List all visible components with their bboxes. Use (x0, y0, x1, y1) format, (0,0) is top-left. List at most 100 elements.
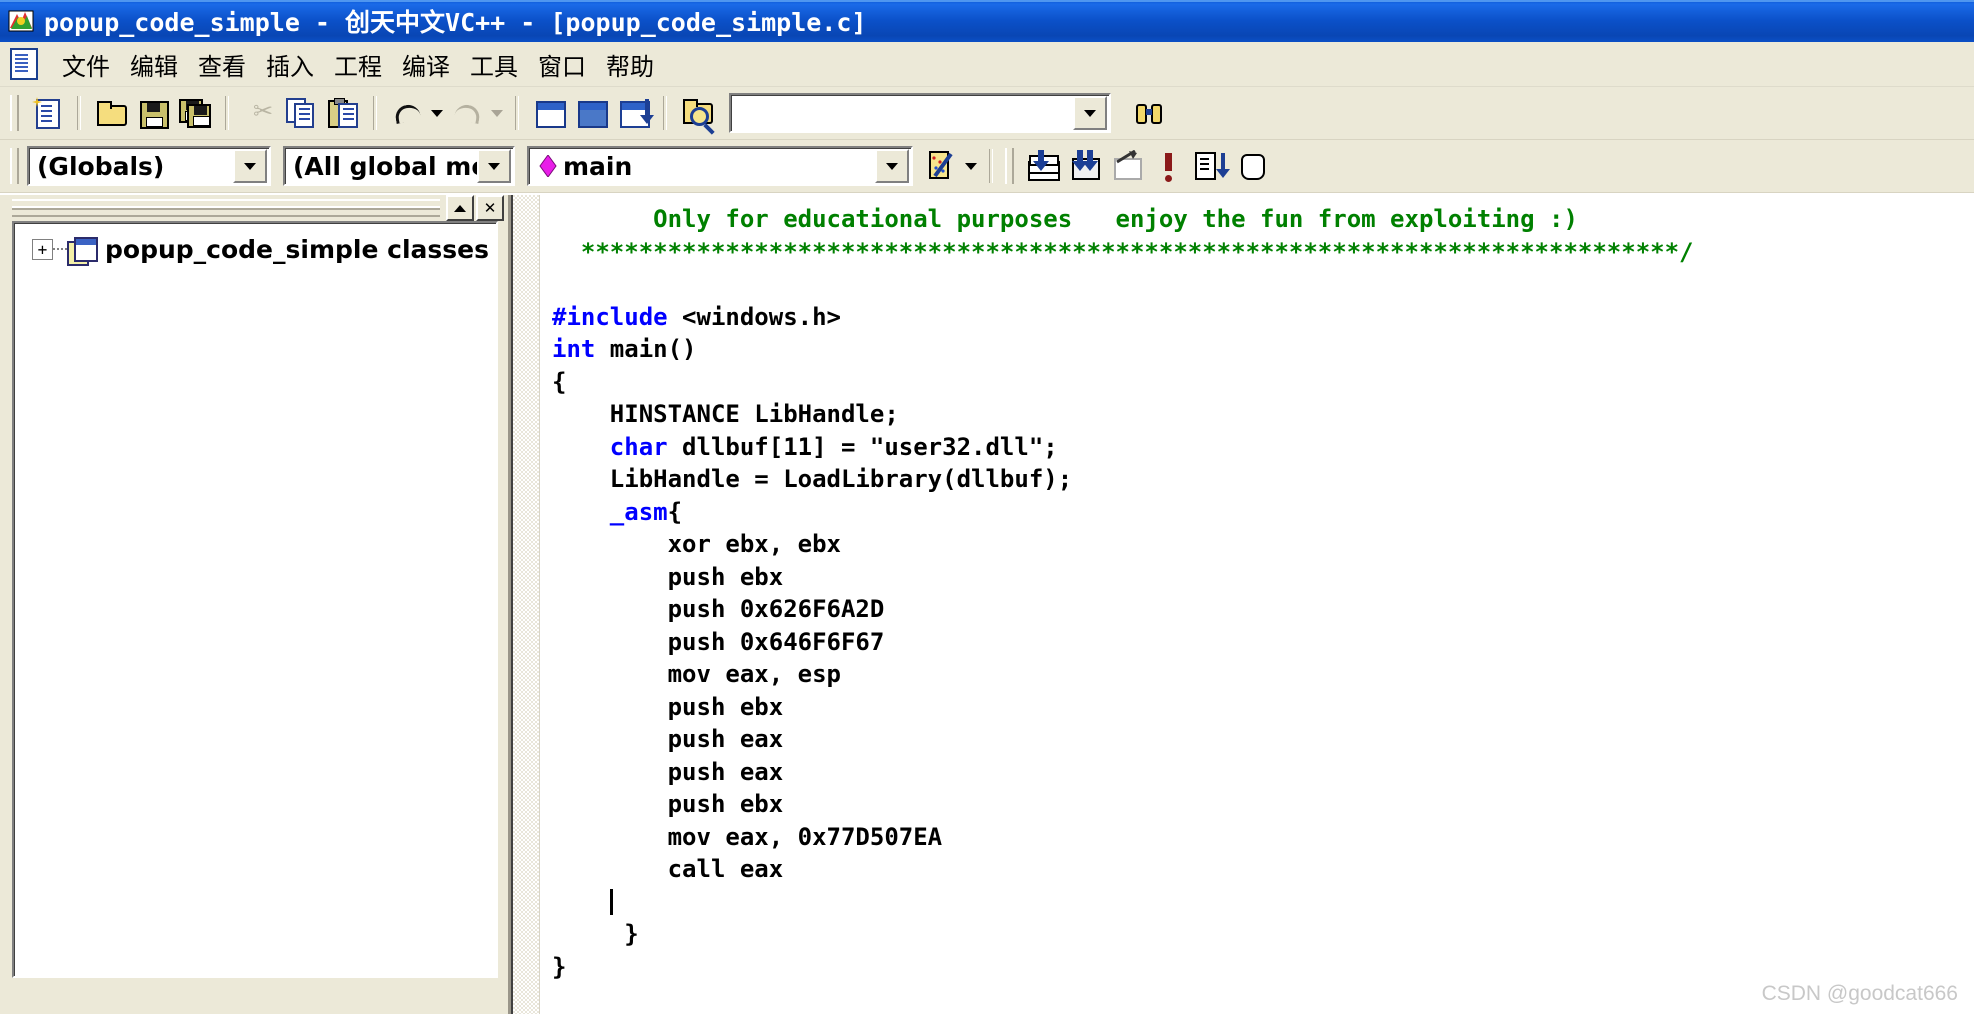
new-file-button[interactable] (27, 93, 67, 133)
editor-selection-margin[interactable] (513, 195, 540, 1014)
find-combo-dropdown-button[interactable] (1073, 96, 1107, 130)
save-button[interactable] (133, 93, 173, 133)
code-line: } (552, 918, 1974, 951)
menu-edit[interactable]: 编辑 (120, 45, 188, 84)
class-combo-value[interactable]: (Globals) (29, 152, 233, 181)
build-grid-icon (1068, 150, 1100, 182)
code-line: char dllbuf[11] = "user32.dll"; (552, 431, 1974, 464)
chevron-down-icon (431, 109, 443, 117)
tree-item-classes[interactable]: + popup_code_simple classes (14, 233, 496, 266)
code-line: mov eax, esp (552, 658, 1974, 691)
save-all-icon (179, 97, 211, 129)
wizardbar-action-button[interactable] (921, 146, 961, 186)
code-line: push eax (552, 723, 1974, 756)
build-toolbar-grip[interactable] (1005, 148, 1014, 184)
redo-dropdown-button[interactable] (489, 93, 505, 133)
workspace-toggle-button[interactable] (529, 93, 569, 133)
workspace-minimize-button[interactable] (446, 195, 474, 221)
toolbar-separator (77, 96, 81, 130)
code-editor[interactable]: Only for educational purposes enjoy the … (511, 195, 1974, 1014)
open-file-button[interactable] (91, 93, 131, 133)
workspace-tab-strip[interactable] (0, 984, 508, 1014)
member-combo-value[interactable]: main (561, 152, 875, 181)
paste-button[interactable] (323, 93, 363, 133)
code-keyword: int (552, 335, 596, 363)
workspace-close-button[interactable]: ✕ (476, 195, 504, 221)
menu-build[interactable]: 编译 (392, 45, 460, 84)
compile-button[interactable] (1022, 146, 1062, 186)
member-combo[interactable]: main (527, 146, 913, 186)
stop-build-button[interactable] (1106, 146, 1146, 186)
chevron-down-icon (244, 162, 256, 170)
toolbar-separator (225, 96, 229, 130)
menu-view[interactable]: 查看 (188, 45, 256, 84)
workspace-class-tree[interactable]: + popup_code_simple classes (12, 221, 498, 978)
standard-toolbar: ✂ (0, 87, 1974, 140)
vc-app-icon[interactable] (8, 8, 34, 34)
menu-insert[interactable]: 插入 (256, 45, 324, 84)
toolbar-grip[interactable] (10, 148, 19, 184)
code-text: dllbuf[11] = "user32.dll"; (667, 432, 1058, 461)
class-combo-dropdown-button[interactable] (233, 149, 267, 183)
toolbar-grip[interactable] (10, 95, 19, 131)
main-area: ✕ + popup_code_simple classes Only for e… (0, 193, 1974, 1014)
code-text: push 0x626F6A2D (552, 595, 885, 623)
compile-stack-icon (1026, 150, 1059, 182)
redo-button[interactable] (447, 93, 487, 133)
insert-breakpoint-button[interactable] (1232, 146, 1272, 186)
code-text: push ebx (552, 790, 784, 818)
toolbar-separator (663, 96, 667, 130)
execute-button[interactable] (1148, 146, 1188, 186)
find-in-files-icon (681, 97, 713, 129)
window-list-button[interactable] (613, 93, 654, 133)
find-in-files-button[interactable] (677, 93, 717, 133)
code-text: push ebx (552, 562, 784, 591)
wizard-wand-icon (925, 150, 957, 182)
copy-button[interactable] (281, 93, 321, 133)
code-line: HINSTANCE LibHandle; (552, 398, 1974, 431)
classes-folder-icon (67, 236, 98, 266)
code-text: } (552, 920, 639, 948)
menu-window[interactable]: 窗口 (528, 45, 596, 84)
output-toggle-button[interactable] (571, 93, 611, 133)
text-caret (609, 888, 613, 915)
code-line: mov eax, 0x77D507EA (552, 821, 1974, 854)
go-button[interactable] (1190, 146, 1230, 186)
code-text: mov eax, 0x77D507EA (552, 822, 943, 851)
find-next-button[interactable] (1129, 93, 1169, 133)
undo-dropdown-button[interactable] (429, 93, 445, 133)
copy-icon (285, 97, 317, 129)
chevron-down-icon (1084, 109, 1096, 117)
members-filter-combo-value[interactable]: (All global members (285, 152, 477, 181)
workspace-drag-grip[interactable] (12, 199, 440, 217)
undo-arrow-icon (391, 97, 423, 129)
tree-expander-icon[interactable]: + (32, 239, 53, 260)
code-text: { (552, 367, 567, 396)
menu-project[interactable]: 工程 (324, 45, 392, 84)
members-filter-dropdown-button[interactable] (477, 149, 511, 183)
menu-help[interactable]: 帮助 (596, 45, 664, 84)
class-combo[interactable]: (Globals) (27, 146, 271, 186)
member-combo-dropdown-button[interactable] (875, 149, 909, 183)
editor-code-text[interactable]: Only for educational purposes enjoy the … (540, 195, 1974, 1014)
paste-clipboard-icon (327, 97, 359, 129)
tree-item-label: popup_code_simple classes (105, 235, 489, 264)
undo-button[interactable] (387, 93, 427, 133)
tree-connector (53, 247, 67, 252)
menu-tools[interactable]: 工具 (460, 45, 528, 84)
cut-button[interactable]: ✂ (239, 93, 279, 133)
chevron-down-icon (965, 162, 977, 170)
members-filter-combo[interactable]: (All global members (283, 146, 515, 186)
wizardbar-dropdown-button[interactable] (963, 146, 979, 186)
code-line: { (552, 366, 1974, 399)
code-text: push eax (552, 757, 784, 786)
save-all-button[interactable] (175, 93, 215, 133)
code-line (552, 886, 1974, 919)
find-combo[interactable] (729, 93, 1111, 133)
build-button[interactable] (1064, 146, 1104, 186)
menu-file[interactable]: 文件 (52, 45, 120, 84)
